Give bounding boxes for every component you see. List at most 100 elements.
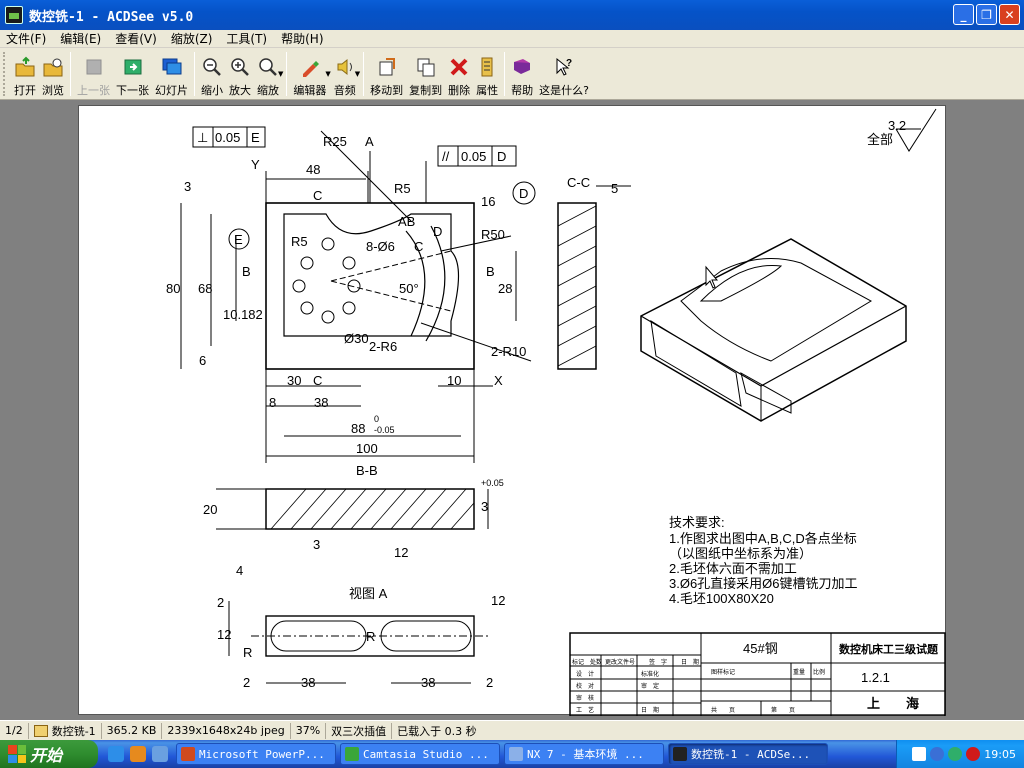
image-file-icon [33,724,48,737]
zoom-out-button[interactable]: 缩小 [198,48,226,100]
delete-button[interactable]: 删除 [445,48,473,100]
task-acdsee[interactable]: 数控铣-1 - ACDSe... [668,743,828,765]
tech-item-1: 1.作图求出图中A,B,C,D各点坐标 [669,531,857,546]
move-to-button[interactable]: 移动到 [367,48,406,100]
quick-launch [108,746,168,762]
label-r5: R5 [394,181,411,196]
menu-file[interactable]: 文件(F) [0,30,54,47]
svg-text:校 对: 校 对 [576,682,594,690]
label-12c: 12 [217,627,231,642]
acdsee-app-icon[interactable] [5,6,23,24]
windows-flag-icon [8,745,26,763]
label-b-left: B [242,264,251,279]
copy-to-button[interactable]: 复制到 [406,48,445,100]
show-desktop-icon[interactable] [152,746,168,762]
help-button[interactable]: 帮助 [508,48,536,100]
whats-this-button[interactable]: ? 这是什么? [536,48,592,100]
security-icon[interactable] [966,747,981,761]
roughness-all: 全部 [867,132,893,147]
prev-image-button[interactable]: 上一张 [74,48,113,100]
label-38: 38 [314,395,328,410]
audio-button[interactable]: 音频 [331,48,359,100]
editor-button[interactable]: 编辑器 [290,48,329,100]
browse-button[interactable]: 浏览 [39,48,67,100]
taskbar: 开始 Microsoft PowerP... Camtasia Studio .… [0,740,1024,768]
zoom-label: 缩放 [257,84,279,97]
title-number: 1.2.1 [861,670,890,685]
status-dimensions: 2339x1648x24b jpeg [162,722,291,739]
zoom-in-button[interactable]: 放大 [226,48,254,100]
start-button[interactable]: 开始 [0,740,98,768]
label-10182: 10.182 [223,307,263,322]
svg-text:重量: 重量 [793,668,805,676]
toolbar-grip[interactable] [3,52,9,96]
slideshow-label: 幻灯片 [155,84,188,97]
svg-text:处数: 处数 [590,658,602,666]
menu-help[interactable]: 帮助(H) [275,30,331,47]
label-e: E [234,232,243,247]
restore-button[interactable]: ❐ [976,4,997,25]
label-38-right: 38 [421,675,435,690]
zoom-icon [257,56,279,78]
tech-title: 技术要求: [669,515,725,530]
label-100: 100 [356,441,378,456]
properties-button[interactable]: 属性 [473,48,501,100]
clock[interactable]: 19:05 [984,748,1016,761]
label-y: Y [251,157,260,172]
acdsee-task-icon [673,747,687,761]
label-c: C [313,188,322,203]
network-icon[interactable] [948,747,963,761]
svg-text:工 艺: 工 艺 [576,706,594,714]
browse-label: 浏览 [42,84,64,97]
label-3b: 3 [481,499,488,514]
tech-item-4: 4.毛坯100X80X20 [669,591,774,606]
menu-edit[interactable]: 编辑(E) [54,30,109,47]
tray-arrow-icon[interactable] [930,747,945,761]
whats-this-label: 这是什么? [539,84,590,97]
menu-tools[interactable]: 工具(T) [220,30,275,47]
menu-zoom[interactable]: 缩放(Z) [165,30,221,47]
label-b-right: B [486,264,495,279]
label-phi30: Ø30 [344,331,369,346]
label-20: 20 [203,502,217,517]
label-r50: R50 [481,227,505,242]
image-viewer[interactable]: 3.2 全部 ⊥ 0.05 E // 0.05 D R25 A Y 48 3 C… [0,101,1024,718]
ie-icon[interactable] [108,746,124,762]
help-book-icon [511,56,533,78]
label-8: 8 [269,395,276,410]
label-2-right: 2 [486,675,493,690]
label-30: 30 [287,373,301,388]
svg-text:日 期: 日 期 [641,706,659,714]
move-to-label: 移动到 [370,84,404,97]
start-label: 开始 [30,746,63,765]
delete-label: 删除 [448,84,471,97]
task-powerpoint[interactable]: Microsoft PowerP... [176,743,336,765]
label-2r6: 2-R6 [369,339,397,354]
label-2r10: 2-R10 [491,344,526,359]
svg-text:第 页: 第 页 [771,706,795,714]
whats-this-icon: ? [553,56,575,78]
zoom-button[interactable]: 缩放 [254,48,282,100]
slideshow-button[interactable]: 幻灯片 [152,48,191,100]
svg-text:比例: 比例 [813,668,825,676]
status-mode: 双三次插值 [326,722,393,739]
help-label: 帮助 [511,84,534,97]
next-image-button[interactable]: 下一张 [113,48,152,100]
label-16: 16 [481,194,495,209]
label-tol0: 0 [374,414,379,424]
keyboard-icon[interactable] [912,747,927,761]
open-button[interactable]: 打开 [11,48,39,100]
minimize-button[interactable]: _ [953,4,974,25]
menu-view[interactable]: 查看(V) [109,30,165,47]
media-player-icon[interactable] [130,746,146,762]
status-index: 1/2 [0,722,29,739]
task-nx[interactable]: NX 7 - 基本环境 ... [504,743,664,765]
label-x: X [494,373,503,388]
task-camtasia[interactable]: Camtasia Studio ... [340,743,500,765]
zoom-out-label: 缩小 [201,84,223,97]
par-symbol: // [442,149,450,164]
close-button[interactable]: ✕ [999,4,1020,25]
label-bb: B-B [356,463,378,478]
open-label: 打开 [14,84,36,97]
speaker-icon [334,56,356,78]
